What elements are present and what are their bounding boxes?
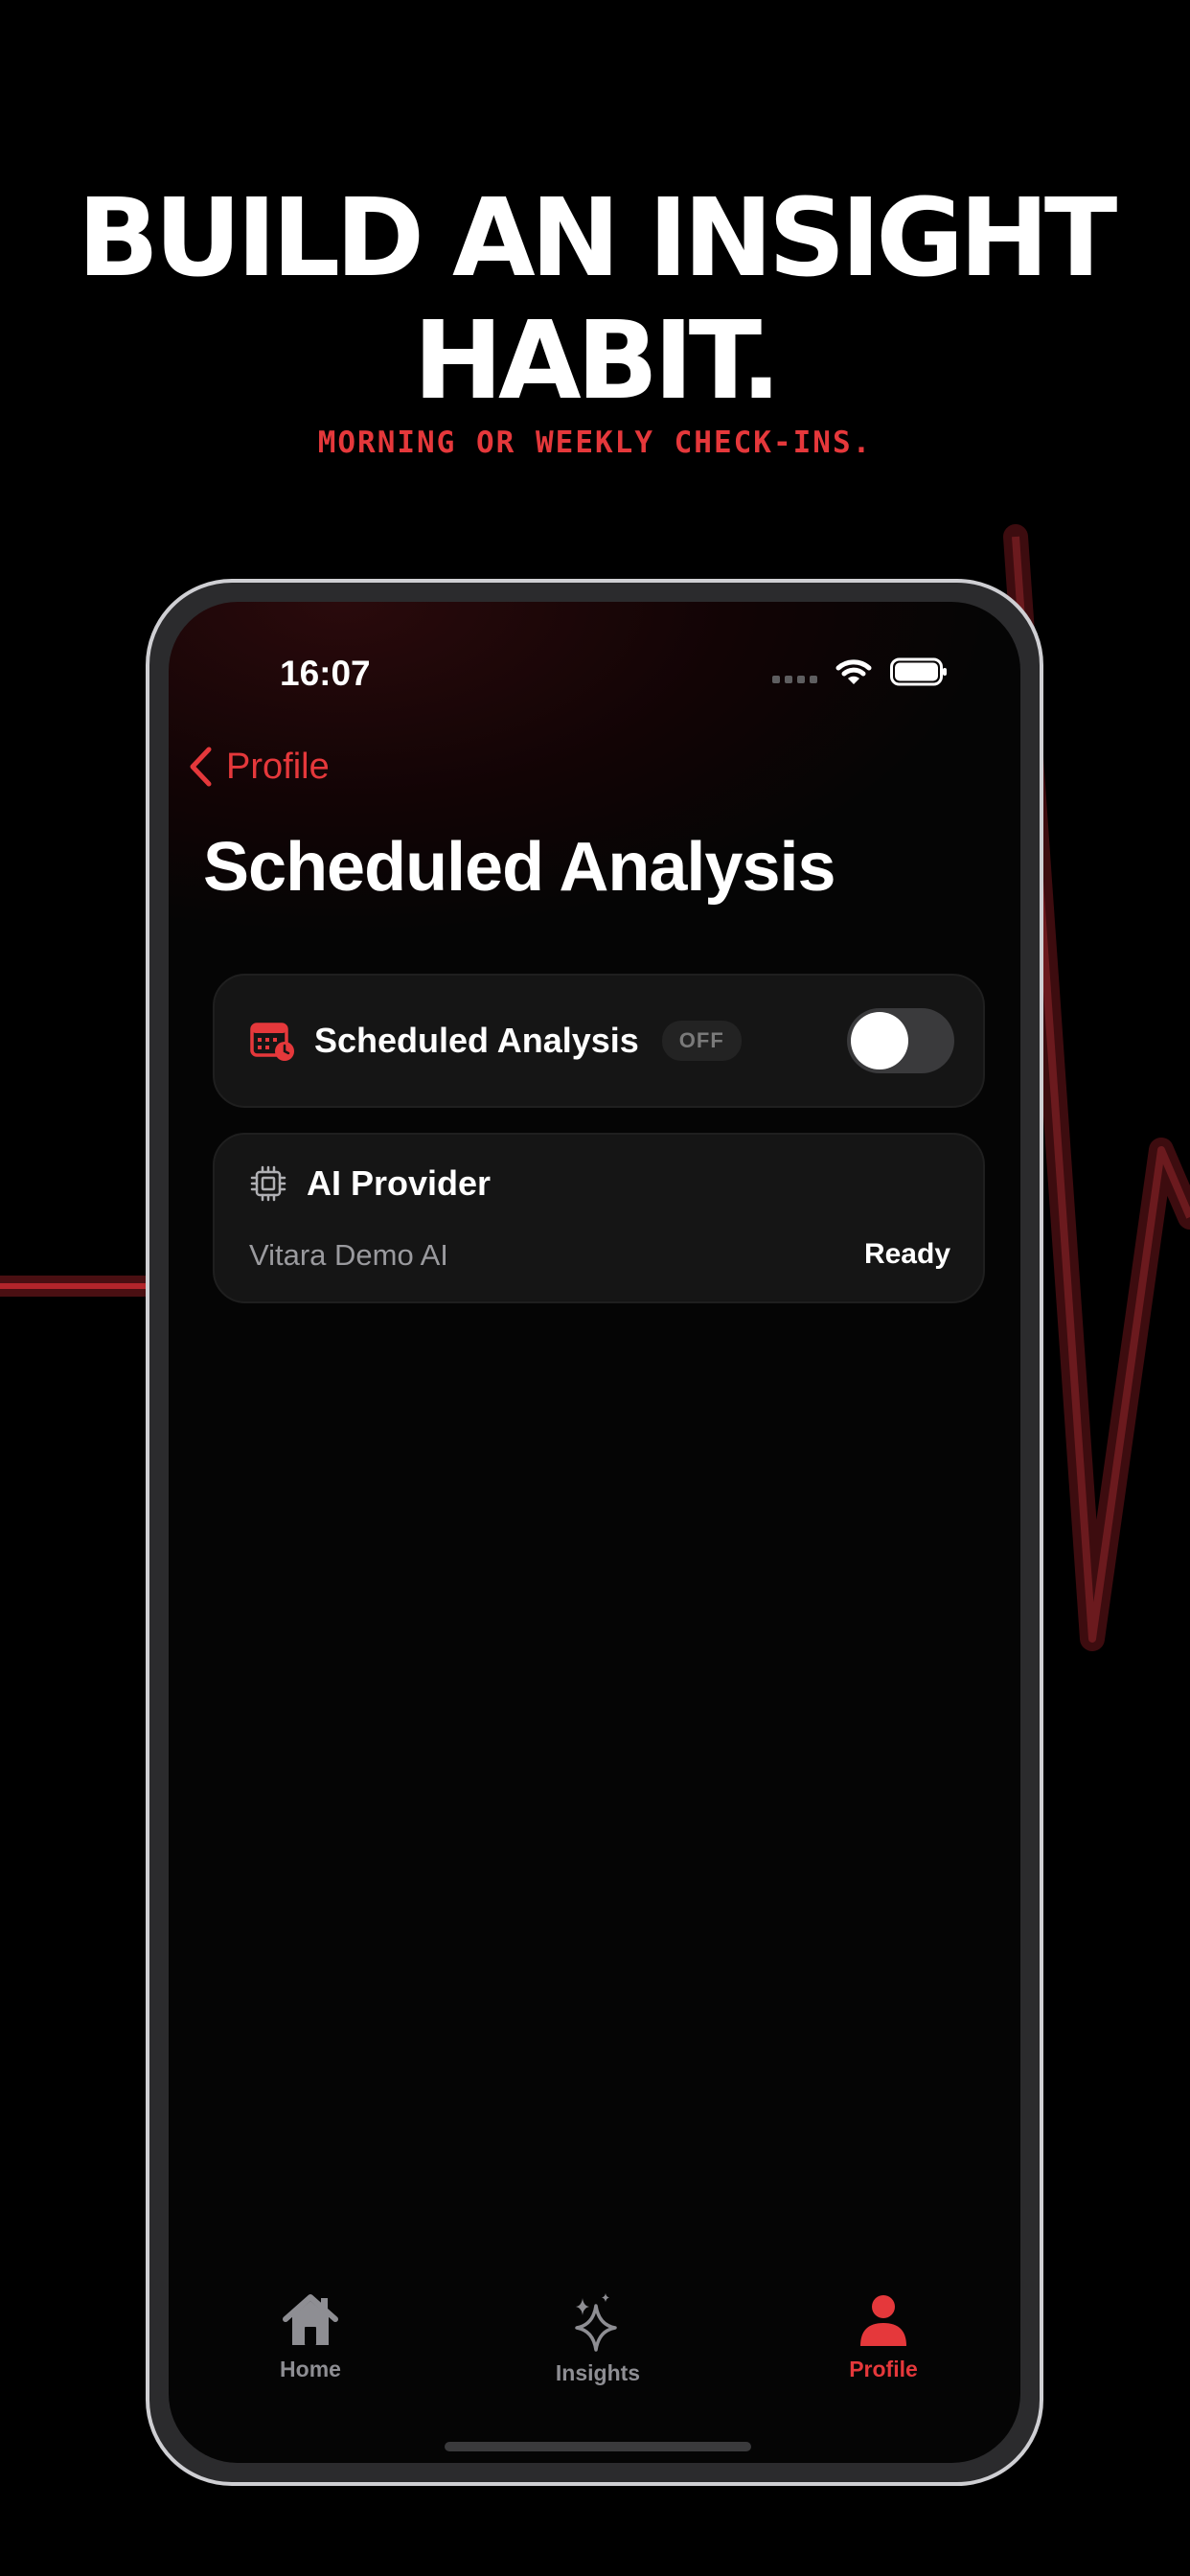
tab-insights[interactable]: Insights bbox=[502, 2292, 694, 2386]
ai-provider-status: Ready bbox=[863, 1238, 950, 1270]
tab-profile-label: Profile bbox=[849, 2357, 918, 2381]
scheduled-analysis-toggle[interactable] bbox=[847, 1008, 954, 1073]
wifi-icon bbox=[835, 659, 872, 684]
house-icon bbox=[283, 2294, 338, 2345]
ai-provider-title: AI Provider bbox=[307, 1163, 492, 1203]
ai-provider-card[interactable]: AI Provider Vitara Demo AI Ready bbox=[213, 1133, 985, 1303]
scheduled-analysis-label: Scheduled Analysis bbox=[314, 1021, 639, 1060]
phone-screen: 16:07 Profile Scheduled Analysis Schedul… bbox=[169, 602, 1020, 2463]
scheduled-analysis-card: Scheduled Analysis OFF bbox=[213, 974, 985, 1108]
status-time: 16:07 bbox=[280, 654, 371, 693]
chevron-left-icon bbox=[190, 747, 212, 787]
tab-home-label: Home bbox=[280, 2357, 341, 2381]
toggle-knob bbox=[851, 1012, 908, 1070]
sparkles-icon bbox=[575, 2293, 617, 2352]
battery-icon bbox=[890, 657, 947, 686]
tab-home[interactable]: Home bbox=[215, 2292, 406, 2382]
status-badge: OFF bbox=[661, 1021, 742, 1061]
tab-profile[interactable]: Profile bbox=[788, 2292, 979, 2382]
cellular-signal-icon bbox=[772, 660, 817, 683]
ai-provider-name: Vitara Demo AI bbox=[249, 1238, 448, 1272]
back-button[interactable]: Profile bbox=[188, 746, 330, 788]
tab-insights-label: Insights bbox=[555, 2360, 641, 2385]
home-indicator[interactable] bbox=[445, 2442, 751, 2451]
calendar-clock-icon bbox=[250, 1023, 294, 1061]
page-title: Scheduled Analysis bbox=[203, 829, 836, 906]
tab-bar: Home Insights Profile bbox=[169, 2292, 1020, 2398]
back-label: Profile bbox=[226, 746, 330, 787]
person-icon bbox=[860, 2295, 906, 2346]
status-icons bbox=[772, 657, 948, 686]
phone-frame: 16:07 Profile Scheduled Analysis Schedul… bbox=[146, 579, 1043, 2486]
cpu-chip-icon bbox=[250, 1165, 286, 1202]
